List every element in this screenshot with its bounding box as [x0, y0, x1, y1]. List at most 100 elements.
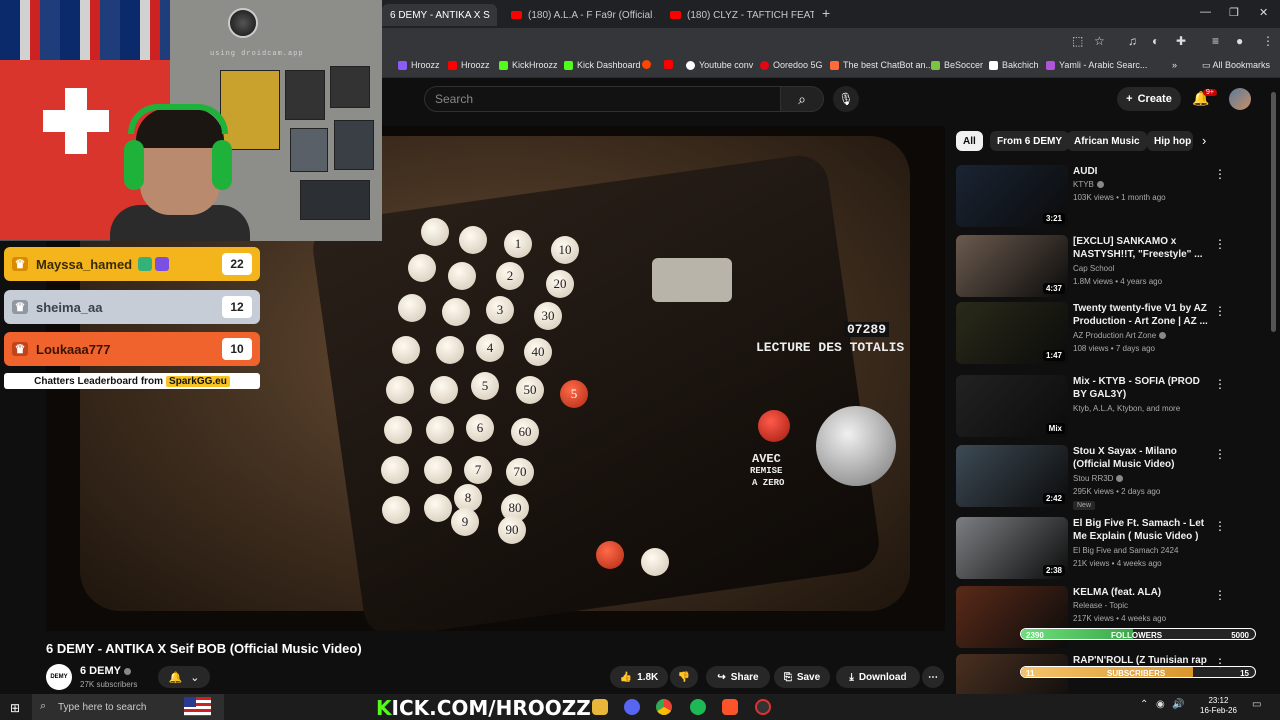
bookmark-item[interactable]: Hroozz	[448, 60, 490, 70]
minimize-icon[interactable]: —	[1200, 6, 1211, 18]
new-tab-icon[interactable]: +	[822, 5, 830, 21]
recommendation-thumbnail[interactable]: Mix	[956, 375, 1068, 437]
menu-icon[interactable]: ⋮	[1262, 34, 1274, 48]
close-icon[interactable]: ✕	[490, 9, 497, 22]
volume-icon[interactable]: 🔊	[1172, 699, 1184, 710]
bookmark-item[interactable]: KickHroozz	[499, 60, 558, 70]
share-button[interactable]: ↪ Share	[706, 666, 770, 688]
subscribed-button[interactable]: 🔔 ⌄	[158, 666, 210, 688]
recommendation-meta: 1.8M views • 4 years ago	[1073, 277, 1163, 286]
search-input[interactable]: Search	[424, 86, 781, 112]
recommendation-item[interactable]: 3:21 AUDI KTYB 103K views • 1 month ago ⋮	[956, 165, 1228, 229]
recommendation-channel[interactable]: KTYB	[1073, 180, 1104, 189]
bookmark-label: KickHroozz	[512, 60, 558, 70]
bookmark-item[interactable]: Yamli - Arabic Searc...	[1046, 60, 1147, 70]
bookmark-item[interactable]: Youtube conv	[686, 60, 753, 70]
star-icon[interactable]: ☆	[1094, 34, 1105, 48]
recommendation-title[interactable]: Twenty twenty-five V1 by AZ Production -…	[1073, 302, 1208, 328]
recommendation-title[interactable]: KELMA (feat. ALA)	[1073, 586, 1208, 599]
media-icon[interactable]: ≡	[1212, 34, 1219, 48]
more-actions-button[interactable]: ⋯	[922, 666, 944, 688]
channel-name[interactable]: 6 DEMY	[80, 665, 131, 677]
spotify-icon[interactable]	[690, 699, 706, 715]
more-options-icon[interactable]: ⋮	[1214, 377, 1226, 391]
bookmark-item[interactable]: Bakchich	[989, 60, 1039, 70]
recommendation-thumbnail[interactable]: 2:38	[956, 517, 1068, 579]
chevron-right-icon[interactable]: ›	[1202, 133, 1206, 148]
music-icon[interactable]: ♫	[1128, 34, 1137, 48]
more-options-icon[interactable]: ⋮	[1214, 167, 1226, 181]
like-button[interactable]: 👍 1.8K	[610, 666, 668, 688]
recommendation-channel[interactable]: AZ Production Art Zone	[1073, 331, 1167, 340]
bookmark-item[interactable]: BeSoccer	[931, 60, 983, 70]
chrome-icon[interactable]	[656, 699, 672, 715]
bookmark-item[interactable]	[642, 60, 655, 69]
more-options-icon[interactable]: ⋮	[1214, 304, 1226, 318]
recommendation-thumbnail[interactable]: 4:37	[956, 235, 1068, 297]
more-options-icon[interactable]: ⋮	[1214, 447, 1226, 461]
scrollbar[interactable]	[1271, 92, 1276, 332]
dislike-button[interactable]: 👎	[670, 666, 698, 688]
windows-start-icon[interactable]: ⊞	[10, 701, 20, 715]
recommendation-channel[interactable]: El Big Five and Samach 2424	[1073, 546, 1178, 555]
chevron-right-icon[interactable]: »	[1172, 60, 1177, 70]
recommendation-channel[interactable]: Ktyb, A.L.A, Ktybon, and more	[1073, 404, 1180, 413]
account-avatar[interactable]	[1229, 88, 1251, 110]
extension-icon[interactable]: ◐	[1152, 34, 1159, 48]
obs-icon[interactable]	[755, 699, 771, 715]
profile-icon[interactable]: ●	[1236, 34, 1243, 48]
chip-from-channel[interactable]: From 6 DEMY	[990, 131, 1070, 151]
tab-active[interactable]: 6 DEMY - ANTIKA X S ✕	[382, 4, 497, 26]
recommendation-title[interactable]: El Big Five Ft. Samach - Let Me Explain …	[1073, 517, 1208, 543]
recommendation-thumbnail[interactable]: 1:47	[956, 302, 1068, 364]
recommendation-channel[interactable]: Stou RR3D	[1073, 474, 1124, 483]
window-close-icon[interactable]: ✕	[1259, 6, 1268, 19]
discord-icon[interactable]	[624, 699, 640, 715]
download-button[interactable]: ⤓ Download	[836, 666, 920, 688]
bookmark-item[interactable]: The best ChatBot an...	[830, 60, 933, 70]
recommendation-item[interactable]: 1:47 Twenty twenty-five V1 by AZ Producti…	[956, 302, 1228, 366]
recommendation-item[interactable]: KELMA (feat. ALA) Release - Topic 217K vie…	[956, 586, 1228, 650]
notification-center-icon[interactable]: ▭	[1252, 699, 1261, 710]
tray-app-icon[interactable]: ◉	[1156, 699, 1165, 710]
recommendation-item[interactable]: 2:42 Stou X Sayax - Milano (Official Musi…	[956, 445, 1228, 510]
bookmark-item[interactable]: Ooredoo 5G	[760, 60, 823, 70]
brave-icon[interactable]	[722, 699, 738, 715]
bookmark-item[interactable]: Hroozz	[398, 60, 440, 70]
recommendation-title[interactable]: AUDI	[1073, 165, 1208, 178]
tab-ala[interactable]: (180) A.L.A - F Fa9r (Official Au ✕	[503, 4, 655, 26]
recommendation-channel[interactable]: Cap School	[1073, 264, 1114, 273]
recommendation-item[interactable]: Mix Mix - KTYB - SOFIA (PROD BY GAL3Y) Kty…	[956, 375, 1228, 439]
more-options-icon[interactable]: ⋮	[1214, 588, 1226, 602]
channel-avatar[interactable]: DEMY	[46, 664, 72, 690]
recommendation-thumbnail[interactable]: 3:21	[956, 165, 1068, 227]
recommendation-title[interactable]: Mix - KTYB - SOFIA (PROD BY GAL3Y)	[1073, 375, 1208, 401]
recommendation-title[interactable]: [EXCLU] SANKAMO x NASTYSH!!T, "Freestyle…	[1073, 235, 1208, 261]
more-options-icon[interactable]: ⋮	[1214, 519, 1226, 533]
chip-hip-hop[interactable]: Hip hop	[1147, 131, 1193, 151]
recommendation-item[interactable]: 4:37 [EXCLU] SANKAMO x NASTYSH!!T, "Frees…	[956, 235, 1228, 299]
tab-clyz[interactable]: (180) CLYZ - TAFTICH FEAT. MA ✕	[662, 4, 814, 26]
recommendation-channel[interactable]: Release - Topic	[1073, 601, 1128, 610]
leaderboard-name: Loukaaa777	[36, 341, 111, 357]
tray-chevron-icon[interactable]: ⌃	[1140, 699, 1148, 710]
voice-search-button[interactable]: 🎙	[833, 86, 859, 112]
bookmark-item[interactable]: Kick Dashboard	[564, 60, 641, 70]
bookmark-item[interactable]	[664, 60, 677, 69]
recommendation-thumbnail[interactable]: 2:42	[956, 445, 1068, 507]
recommendation-item[interactable]: 2:38 El Big Five Ft. Samach - Let Me Expl…	[956, 517, 1228, 581]
create-button[interactable]: + Create	[1117, 87, 1181, 111]
more-options-icon[interactable]: ⋮	[1214, 237, 1226, 251]
recommendation-title[interactable]: Stou X Sayax - Milano (Official Music Vi…	[1073, 445, 1208, 471]
install-icon[interactable]: ⬚	[1072, 34, 1083, 48]
search-button[interactable]: ⌕	[780, 86, 824, 112]
duration-badge: 2:38	[1042, 565, 1065, 576]
taskbar-clock[interactable]: 23:12 16-Feb-26	[1200, 696, 1237, 716]
file-explorer-icon[interactable]	[592, 699, 608, 715]
chip-all[interactable]: All	[956, 131, 983, 151]
chip-african-music[interactable]: African Music	[1067, 131, 1147, 151]
save-button[interactable]: ⎘ Save	[774, 666, 830, 688]
all-bookmarks[interactable]: ▭ All Bookmarks	[1202, 60, 1270, 71]
puzzle-icon[interactable]: ✚	[1176, 34, 1186, 48]
restore-icon[interactable]: ❐	[1229, 6, 1239, 19]
